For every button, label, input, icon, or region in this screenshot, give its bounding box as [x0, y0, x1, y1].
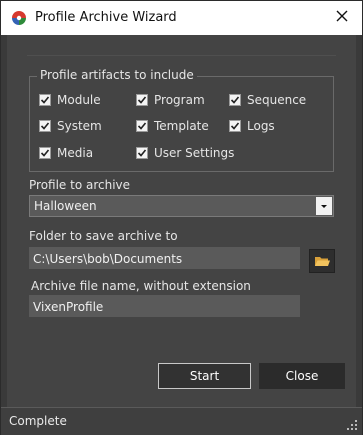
title-bar[interactable]: Profile Archive Wizard: [1, 1, 362, 35]
filename-label: Archive file name, without extension: [31, 279, 251, 293]
checkbox-label: System: [57, 119, 102, 133]
artifacts-group-legend: Profile artifacts to include: [37, 68, 197, 82]
folder-path-value: C:\Users\bob\Documents: [33, 252, 183, 266]
status-text: Complete: [9, 414, 67, 428]
checkmark-icon: [137, 96, 147, 104]
checkbox-label: Media: [57, 146, 94, 160]
checkbox-box: [136, 147, 148, 159]
checkbox-box: [229, 120, 241, 132]
profile-select-value: Halloween: [34, 199, 97, 213]
start-button[interactable]: Start: [158, 363, 251, 389]
checkbox-label: Program: [154, 93, 205, 107]
close-icon[interactable]: [334, 8, 350, 24]
checkbox-label: User Settings: [154, 146, 235, 160]
checkmark-icon: [230, 96, 240, 104]
checkmark-icon: [40, 122, 50, 130]
checkmark-icon: [40, 149, 50, 157]
filename-field[interactable]: VixenProfile: [29, 295, 300, 317]
content-panel-edge: [27, 55, 336, 58]
browse-folder-button[interactable]: [309, 249, 335, 273]
filename-value: VixenProfile: [33, 300, 104, 314]
folder-open-icon: [315, 257, 330, 266]
status-bar: Complete: [1, 407, 362, 435]
checkbox-template[interactable]: Template: [136, 119, 209, 133]
window-right-border: [356, 35, 362, 407]
close-button[interactable]: Close: [259, 363, 345, 389]
resize-grip-icon[interactable]: [346, 419, 358, 431]
checkbox-logs[interactable]: Logs: [229, 119, 275, 133]
checkbox-system[interactable]: System: [39, 119, 102, 133]
window-title: Profile Archive Wizard: [35, 10, 177, 25]
checkbox-label: Template: [154, 119, 209, 133]
checkbox-label: Logs: [247, 119, 275, 133]
checkmark-icon: [230, 122, 240, 130]
checkmark-icon: [40, 96, 50, 104]
checkbox-box: [39, 120, 51, 132]
checkbox-program[interactable]: Program: [136, 93, 205, 107]
vixen-logo-icon: [11, 10, 27, 26]
checkbox-box: [39, 147, 51, 159]
folder-label: Folder to save archive to: [29, 229, 178, 243]
checkbox-user-settings[interactable]: User Settings: [136, 146, 234, 160]
profile-archive-wizard-window: Profile Archive Wizard Profile artifacts…: [0, 0, 363, 435]
profile-select-label: Profile to archive: [29, 178, 131, 192]
checkbox-box: [136, 94, 148, 106]
checkbox-box: [229, 94, 241, 106]
checkbox-box: [39, 94, 51, 106]
checkbox-media[interactable]: Media: [39, 146, 93, 160]
checkmark-icon: [137, 122, 147, 130]
checkmark-icon: [137, 149, 147, 157]
folder-path-field[interactable]: C:\Users\bob\Documents: [29, 247, 300, 269]
dropdown-button[interactable]: [316, 197, 332, 215]
checkbox-box: [136, 120, 148, 132]
checkbox-label: Sequence: [247, 93, 307, 107]
chevron-down-icon: [321, 205, 327, 208]
checkbox-module[interactable]: Module: [39, 93, 101, 107]
profile-select[interactable]: Halloween: [29, 195, 334, 217]
checkbox-label: Module: [57, 93, 101, 107]
checkbox-sequence[interactable]: Sequence: [229, 93, 306, 107]
window-left-border: [1, 35, 7, 407]
